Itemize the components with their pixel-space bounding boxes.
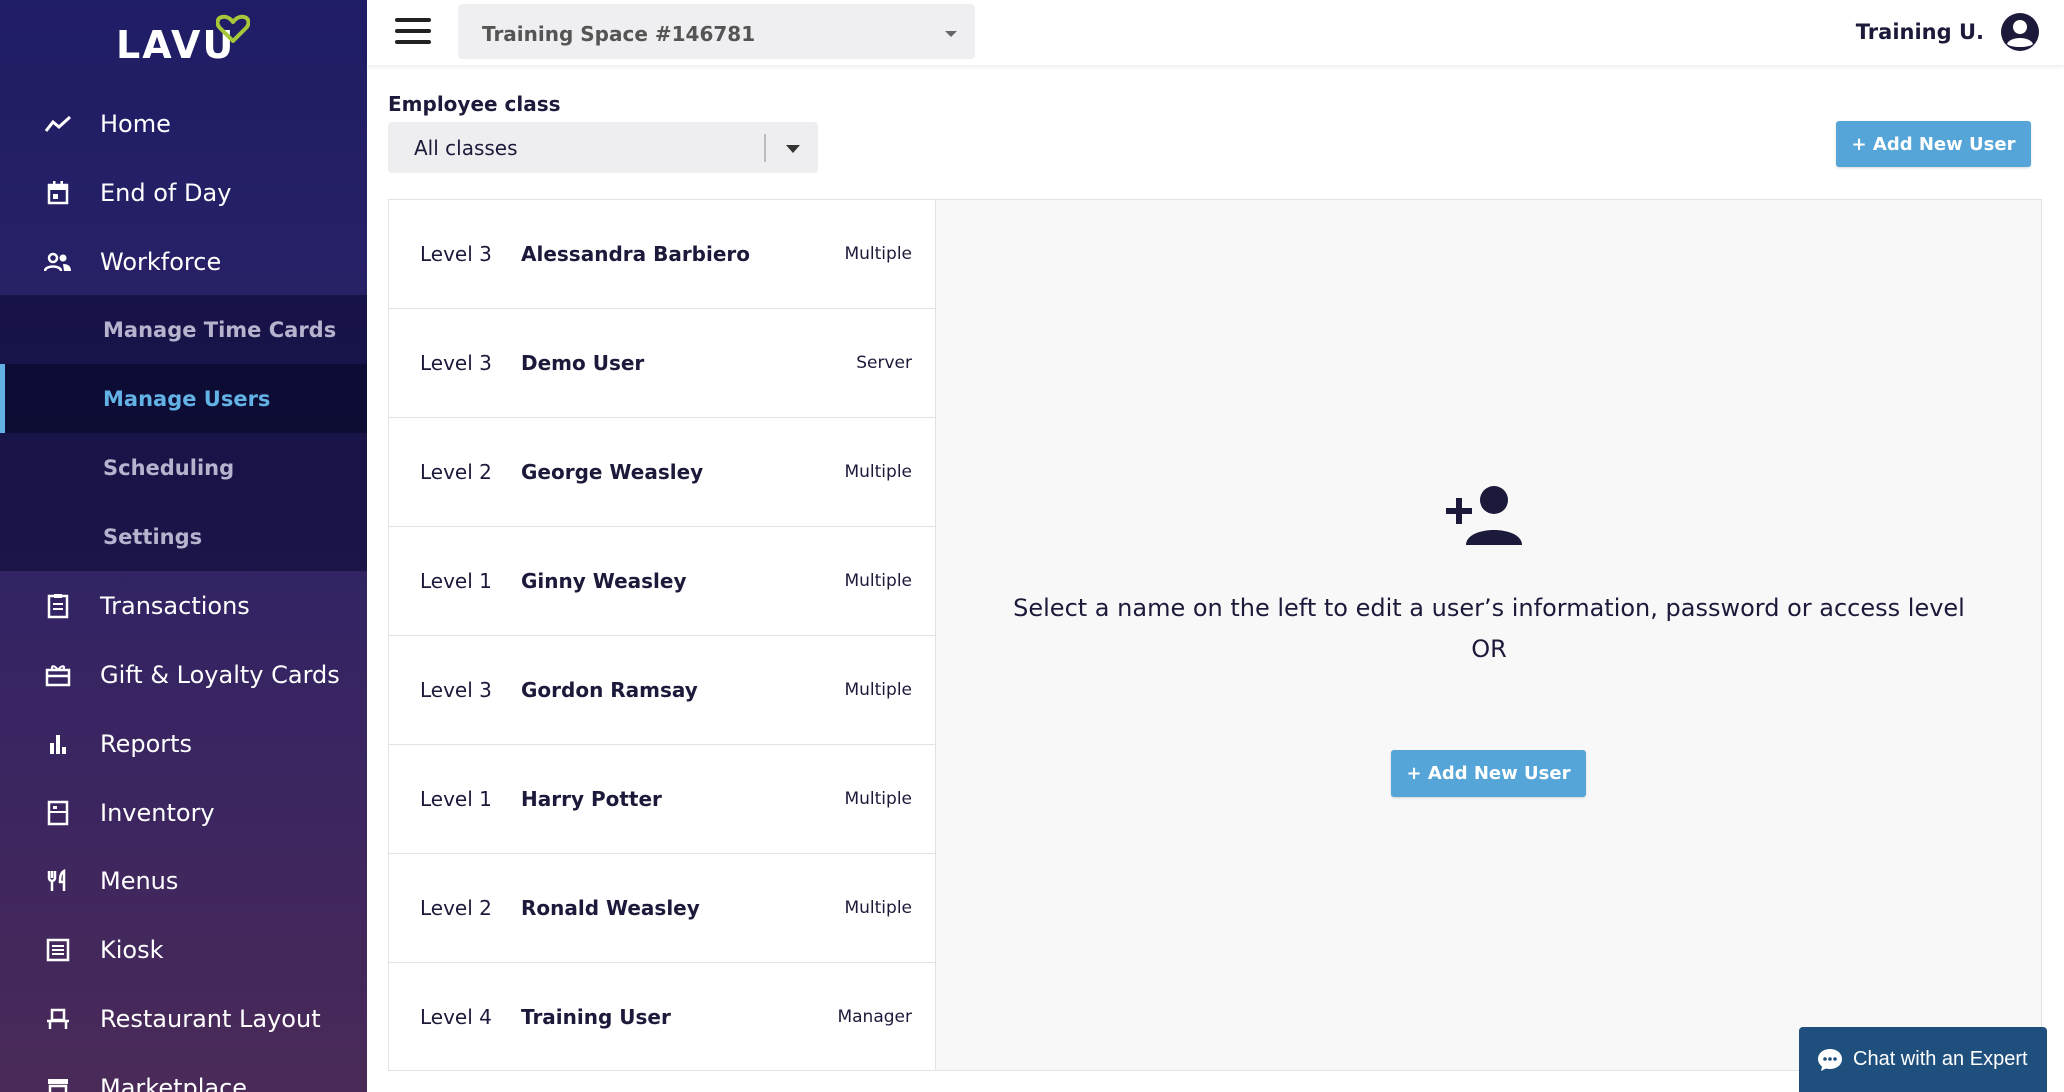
sidebar-item-transactions[interactable]: Transactions (0, 571, 367, 640)
location-select-value: Training Space #146781 (482, 22, 756, 46)
sidebar-subitem-label: Scheduling (103, 455, 235, 480)
sidebar-item-marketplace[interactable]: Marketplace (0, 1053, 367, 1092)
sidebar-item-gift-loyalty[interactable]: Gift & Loyalty Cards (0, 640, 367, 709)
user-name: Ginny Weasley (521, 569, 687, 593)
sidebar-item-label: Restaurant Layout (100, 1004, 321, 1033)
sidebar-item-home[interactable]: Home (0, 89, 367, 158)
sidebar-item-menus[interactable]: Menus (0, 846, 367, 915)
add-new-user-button[interactable]: + Add New User (1391, 750, 1586, 797)
account-circle-icon[interactable] (2000, 12, 2040, 52)
user-detail-panel: Select a name on the left to edit a user… (936, 199, 2042, 1071)
user-level: Level 1 (420, 787, 492, 811)
receipt-icon (44, 592, 72, 620)
user-name: Harry Potter (521, 787, 662, 811)
sidebar-item-kiosk[interactable]: Kiosk (0, 915, 367, 984)
user-class: Multiple (844, 680, 912, 700)
fork-knife-icon (44, 867, 72, 895)
sidebar-subitem-label: Manage Users (103, 386, 271, 411)
sidebar-item-label: Gift & Loyalty Cards (100, 660, 340, 689)
sidebar-subitem-settings[interactable]: Settings (0, 502, 367, 571)
sidebar-subitem-scheduling[interactable]: Scheduling (0, 433, 367, 502)
trend-line-icon (44, 110, 72, 138)
sidebar-subitem-label: Settings (103, 524, 203, 549)
user-class: Manager (837, 1007, 912, 1027)
user-row[interactable]: Level 2 George Weasley Multiple (389, 418, 935, 527)
user-row[interactable]: Level 1 Harry Potter Multiple (389, 745, 935, 854)
sidebar-item-label: Home (100, 109, 171, 138)
user-name: Gordon Ramsay (521, 678, 698, 702)
user-name: George Weasley (521, 460, 704, 484)
sidebar-item-end-of-day[interactable]: End of Day (0, 158, 367, 227)
user-level: Level 2 (420, 896, 492, 920)
user-list: Level 3 Alessandra Barbiero Multiple Lev… (388, 199, 936, 1071)
employee-class-label: Employee class (388, 92, 561, 116)
user-level: Level 2 (420, 460, 492, 484)
user-row[interactable]: Level 1 Ginny Weasley Multiple (389, 527, 935, 636)
user-class: Multiple (844, 789, 912, 809)
gift-card-icon (44, 661, 72, 689)
user-level: Level 3 (420, 242, 492, 266)
lavu-logo[interactable]: LAVU (116, 14, 250, 64)
user-level: Level 4 (420, 1005, 492, 1029)
bar-chart-icon (44, 730, 72, 758)
user-class: Server (856, 353, 912, 373)
user-level: Level 3 (420, 351, 492, 375)
user-row[interactable]: Level 4 Training User Manager (389, 963, 935, 1072)
user-class: Multiple (844, 462, 912, 482)
sidebar-item-label: Kiosk (100, 935, 164, 964)
user-name[interactable]: Training U. (1856, 20, 1984, 44)
employee-class-select[interactable]: All classes (388, 122, 818, 173)
sidebar-item-label: Transactions (100, 591, 250, 620)
user-level: Level 1 (420, 569, 492, 593)
add-person-icon (1446, 486, 1522, 545)
select-divider (764, 134, 766, 162)
table-chair-icon (44, 1005, 72, 1033)
user-row[interactable]: Level 3 Alessandra Barbiero Multiple (389, 200, 935, 309)
user-class: Multiple (844, 244, 912, 264)
chat-with-expert-button[interactable]: Chat with an Expert (1799, 1027, 2047, 1092)
sidebar-item-label: Marketplace (100, 1073, 248, 1092)
user-name: Demo User (521, 351, 645, 375)
workforce-submenu: Manage Time Cards Manage Users Schedulin… (0, 295, 367, 571)
top-bar: Training Space #146781 Training U. (367, 0, 2064, 65)
sidebar-item-label: Inventory (100, 798, 215, 827)
heart-icon (216, 14, 250, 43)
sidebar-item-label: Menus (100, 866, 179, 895)
chat-bubble-icon (1818, 1049, 1842, 1071)
user-row[interactable]: Level 3 Demo User Server (389, 309, 935, 418)
user-name: Ronald Weasley (521, 896, 700, 920)
kiosk-icon (44, 936, 72, 964)
user-class: Multiple (844, 571, 912, 591)
sidebar-item-workforce[interactable]: Workforce (0, 227, 367, 296)
user-row[interactable]: Level 3 Gordon Ramsay Multiple (389, 636, 935, 745)
inventory-icon (44, 799, 72, 827)
sidebar-item-restaurant-layout[interactable]: Restaurant Layout (0, 984, 367, 1053)
add-new-user-button[interactable]: + Add New User (1836, 121, 2031, 167)
user-level: Level 3 (420, 678, 492, 702)
sidebar-subitem-manage-time-cards[interactable]: Manage Time Cards (0, 295, 367, 364)
sidebar-item-inventory[interactable]: Inventory (0, 778, 367, 847)
user-row[interactable]: Level 2 Ronald Weasley Multiple (389, 854, 935, 963)
location-select[interactable]: Training Space #146781 (458, 4, 975, 59)
sidebar-subitem-manage-users[interactable]: Manage Users (0, 364, 367, 433)
sidebar-item-label: Workforce (100, 247, 222, 276)
sidebar-item-reports[interactable]: Reports (0, 709, 367, 778)
employee-class-value: All classes (414, 136, 518, 160)
chat-label: Chat with an Expert (1853, 1048, 2028, 1070)
sidebar-item-label: Reports (100, 729, 193, 758)
user-name: Alessandra Barbiero (521, 242, 751, 266)
chevron-down-icon (945, 31, 957, 37)
sidebar-item-label: End of Day (100, 178, 232, 207)
store-icon (44, 1074, 72, 1092)
sidebar-subitem-label: Manage Time Cards (103, 317, 337, 342)
sidebar: LAVU Home End of Day Workforce Manage Ti… (0, 0, 367, 1092)
hamburger-menu-icon[interactable] (395, 18, 431, 46)
calendar-icon (44, 179, 72, 207)
user-class: Multiple (844, 898, 912, 918)
people-icon (44, 248, 72, 276)
chevron-down-icon (786, 145, 800, 153)
user-name: Training User (521, 1005, 671, 1029)
empty-state-message: Select a name on the left to edit a user… (1013, 594, 1965, 622)
empty-state-or: OR (1471, 635, 1507, 663)
